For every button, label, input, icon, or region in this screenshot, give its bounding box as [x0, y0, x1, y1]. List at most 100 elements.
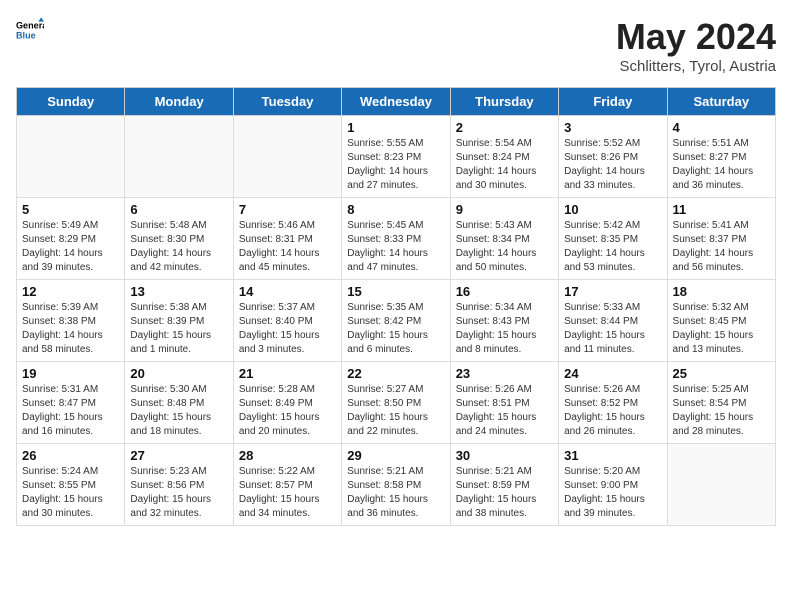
day-number: 17 [564, 284, 661, 299]
day-info: Sunrise: 5:22 AM Sunset: 8:57 PM Dayligh… [239, 465, 336, 521]
calendar-cell: 30Sunrise: 5:21 AM Sunset: 8:59 PM Dayli… [450, 444, 558, 526]
calendar-cell: 11Sunrise: 5:41 AM Sunset: 8:37 PM Dayli… [667, 198, 775, 280]
calendar-cell: 19 Sunrise: 5:31 AM Sunset: 8:47 PM Dayli… [17, 362, 125, 444]
day-number: 6 [130, 202, 227, 217]
calendar-cell: 27Sunrise: 5:23 AM Sunset: 8:56 PM Dayli… [125, 444, 233, 526]
day-info: Sunrise: 5:39 AM Sunset: 8:38 PM Dayligh… [22, 301, 119, 357]
day-info: Sunrise: 5:32 AM Sunset: 8:45 PM Dayligh… [673, 301, 770, 357]
day-number: 29 [347, 448, 444, 463]
header-tuesday: Tuesday [233, 88, 341, 116]
day-info: Sunrise: 5:54 AM Sunset: 8:24 PM Dayligh… [456, 137, 553, 193]
day-number: 3 [564, 120, 661, 135]
day-number: 5 [22, 202, 119, 217]
calendar-header-row: SundayMondayTuesdayWednesdayThursdayFrid… [17, 88, 776, 116]
header-friday: Friday [559, 88, 667, 116]
day-info: Sunrise: 5:21 AM Sunset: 8:59 PM Dayligh… [456, 465, 553, 521]
day-number: 14 [239, 284, 336, 299]
calendar-cell: 21Sunrise: 5:28 AM Sunset: 8:49 PM Dayli… [233, 362, 341, 444]
day-number: 2 [456, 120, 553, 135]
day-info: Sunrise: 5:43 AM Sunset: 8:34 PM Dayligh… [456, 219, 553, 275]
calendar-cell: 16Sunrise: 5:34 AM Sunset: 8:43 PM Dayli… [450, 280, 558, 362]
day-info: Sunrise: 5:35 AM Sunset: 8:42 PM Dayligh… [347, 301, 444, 357]
day-info: Sunrise: 5:49 AM Sunset: 8:29 PM Dayligh… [22, 219, 119, 275]
calendar-cell: 14Sunrise: 5:37 AM Sunset: 8:40 PM Dayli… [233, 280, 341, 362]
header-thursday: Thursday [450, 88, 558, 116]
day-number: 1 [347, 120, 444, 135]
day-info: Sunrise: 5:24 AM Sunset: 8:55 PM Dayligh… [22, 465, 119, 521]
calendar-cell: 4 Sunrise: 5:51 AM Sunset: 8:27 PM Daylig… [667, 116, 775, 198]
day-number: 9 [456, 202, 553, 217]
day-number: 27 [130, 448, 227, 463]
day-info: Sunrise: 5:46 AM Sunset: 8:31 PM Dayligh… [239, 219, 336, 275]
day-number: 11 [673, 202, 770, 217]
day-info: Sunrise: 5:26 AM Sunset: 8:52 PM Dayligh… [564, 383, 661, 439]
svg-text:Blue: Blue [16, 30, 36, 40]
day-info: Sunrise: 5:31 AM Sunset: 8:47 PM Dayligh… [22, 383, 119, 439]
calendar-cell [17, 116, 125, 198]
calendar-cell: 22 Sunrise: 5:27 AM Sunset: 8:50 PM Dayli… [342, 362, 450, 444]
calendar-cell: 2 Sunrise: 5:54 AM Sunset: 8:24 PM Daylig… [450, 116, 558, 198]
day-info: Sunrise: 5:45 AM Sunset: 8:33 PM Dayligh… [347, 219, 444, 275]
calendar-cell [233, 116, 341, 198]
day-number: 25 [673, 366, 770, 381]
location: Schlitters, Tyrol, Austria [616, 58, 776, 75]
month-title: May 2024 [616, 16, 776, 58]
calendar-cell: 17Sunrise: 5:33 AM Sunset: 8:44 PM Dayli… [559, 280, 667, 362]
calendar-cell: 9 Sunrise: 5:43 AM Sunset: 8:34 PM Daylig… [450, 198, 558, 280]
calendar-cell: 23 Sunrise: 5:26 AM Sunset: 8:51 PM Dayli… [450, 362, 558, 444]
day-number: 12 [22, 284, 119, 299]
calendar-week-1: 5 Sunrise: 5:49 AM Sunset: 8:29 PM Daylig… [17, 198, 776, 280]
day-number: 16 [456, 284, 553, 299]
day-info: Sunrise: 5:51 AM Sunset: 8:27 PM Dayligh… [673, 137, 770, 193]
calendar-week-0: 1 Sunrise: 5:55 AM Sunset: 8:23 PM Daylig… [17, 116, 776, 198]
header-sunday: Sunday [17, 88, 125, 116]
day-info: Sunrise: 5:20 AM Sunset: 9:00 PM Dayligh… [564, 465, 661, 521]
day-info: Sunrise: 5:55 AM Sunset: 8:23 PM Dayligh… [347, 137, 444, 193]
day-info: Sunrise: 5:48 AM Sunset: 8:30 PM Dayligh… [130, 219, 227, 275]
day-number: 4 [673, 120, 770, 135]
day-info: Sunrise: 5:26 AM Sunset: 8:51 PM Dayligh… [456, 383, 553, 439]
calendar-cell: 5 Sunrise: 5:49 AM Sunset: 8:29 PM Daylig… [17, 198, 125, 280]
calendar-cell: 25 Sunrise: 5:25 AM Sunset: 8:54 PM Dayli… [667, 362, 775, 444]
day-info: Sunrise: 5:25 AM Sunset: 8:54 PM Dayligh… [673, 383, 770, 439]
calendar-cell: 31 Sunrise: 5:20 AM Sunset: 9:00 PM Dayli… [559, 444, 667, 526]
day-info: Sunrise: 5:21 AM Sunset: 8:58 PM Dayligh… [347, 465, 444, 521]
day-number: 20 [130, 366, 227, 381]
svg-text:General: General [16, 21, 44, 31]
calendar-cell: 20 Sunrise: 5:30 AM Sunset: 8:48 PM Dayli… [125, 362, 233, 444]
day-info: Sunrise: 5:27 AM Sunset: 8:50 PM Dayligh… [347, 383, 444, 439]
calendar-cell: 8Sunrise: 5:45 AM Sunset: 8:33 PM Daylig… [342, 198, 450, 280]
day-number: 23 [456, 366, 553, 381]
header-monday: Monday [125, 88, 233, 116]
day-number: 13 [130, 284, 227, 299]
day-number: 19 [22, 366, 119, 381]
calendar-cell: 13 Sunrise: 5:38 AM Sunset: 8:39 PM Dayli… [125, 280, 233, 362]
day-number: 31 [564, 448, 661, 463]
calendar-cell [667, 444, 775, 526]
calendar-week-4: 26Sunrise: 5:24 AM Sunset: 8:55 PM Dayli… [17, 444, 776, 526]
calendar-cell: 28 Sunrise: 5:22 AM Sunset: 8:57 PM Dayli… [233, 444, 341, 526]
page-header: General Blue May 2024 Schlitters, Tyrol,… [16, 16, 776, 75]
day-info: Sunrise: 5:38 AM Sunset: 8:39 PM Dayligh… [130, 301, 227, 357]
calendar-cell: 10Sunrise: 5:42 AM Sunset: 8:35 PM Dayli… [559, 198, 667, 280]
logo-icon: General Blue [16, 16, 44, 44]
day-info: Sunrise: 5:30 AM Sunset: 8:48 PM Dayligh… [130, 383, 227, 439]
header-wednesday: Wednesday [342, 88, 450, 116]
day-number: 18 [673, 284, 770, 299]
calendar-cell: 12 Sunrise: 5:39 AM Sunset: 8:38 PM Dayli… [17, 280, 125, 362]
day-number: 28 [239, 448, 336, 463]
calendar-cell [125, 116, 233, 198]
title-block: May 2024 Schlitters, Tyrol, Austria [616, 16, 776, 75]
calendar-cell: 18 Sunrise: 5:32 AM Sunset: 8:45 PM Dayli… [667, 280, 775, 362]
calendar-week-2: 12 Sunrise: 5:39 AM Sunset: 8:38 PM Dayli… [17, 280, 776, 362]
header-saturday: Saturday [667, 88, 775, 116]
day-number: 21 [239, 366, 336, 381]
calendar-table: SundayMondayTuesdayWednesdayThursdayFrid… [16, 87, 776, 526]
day-number: 7 [239, 202, 336, 217]
calendar-cell: 6 Sunrise: 5:48 AM Sunset: 8:30 PM Daylig… [125, 198, 233, 280]
day-number: 24 [564, 366, 661, 381]
calendar-cell: 7 Sunrise: 5:46 AM Sunset: 8:31 PM Daylig… [233, 198, 341, 280]
calendar-cell: 15 Sunrise: 5:35 AM Sunset: 8:42 PM Dayli… [342, 280, 450, 362]
day-number: 22 [347, 366, 444, 381]
day-number: 15 [347, 284, 444, 299]
